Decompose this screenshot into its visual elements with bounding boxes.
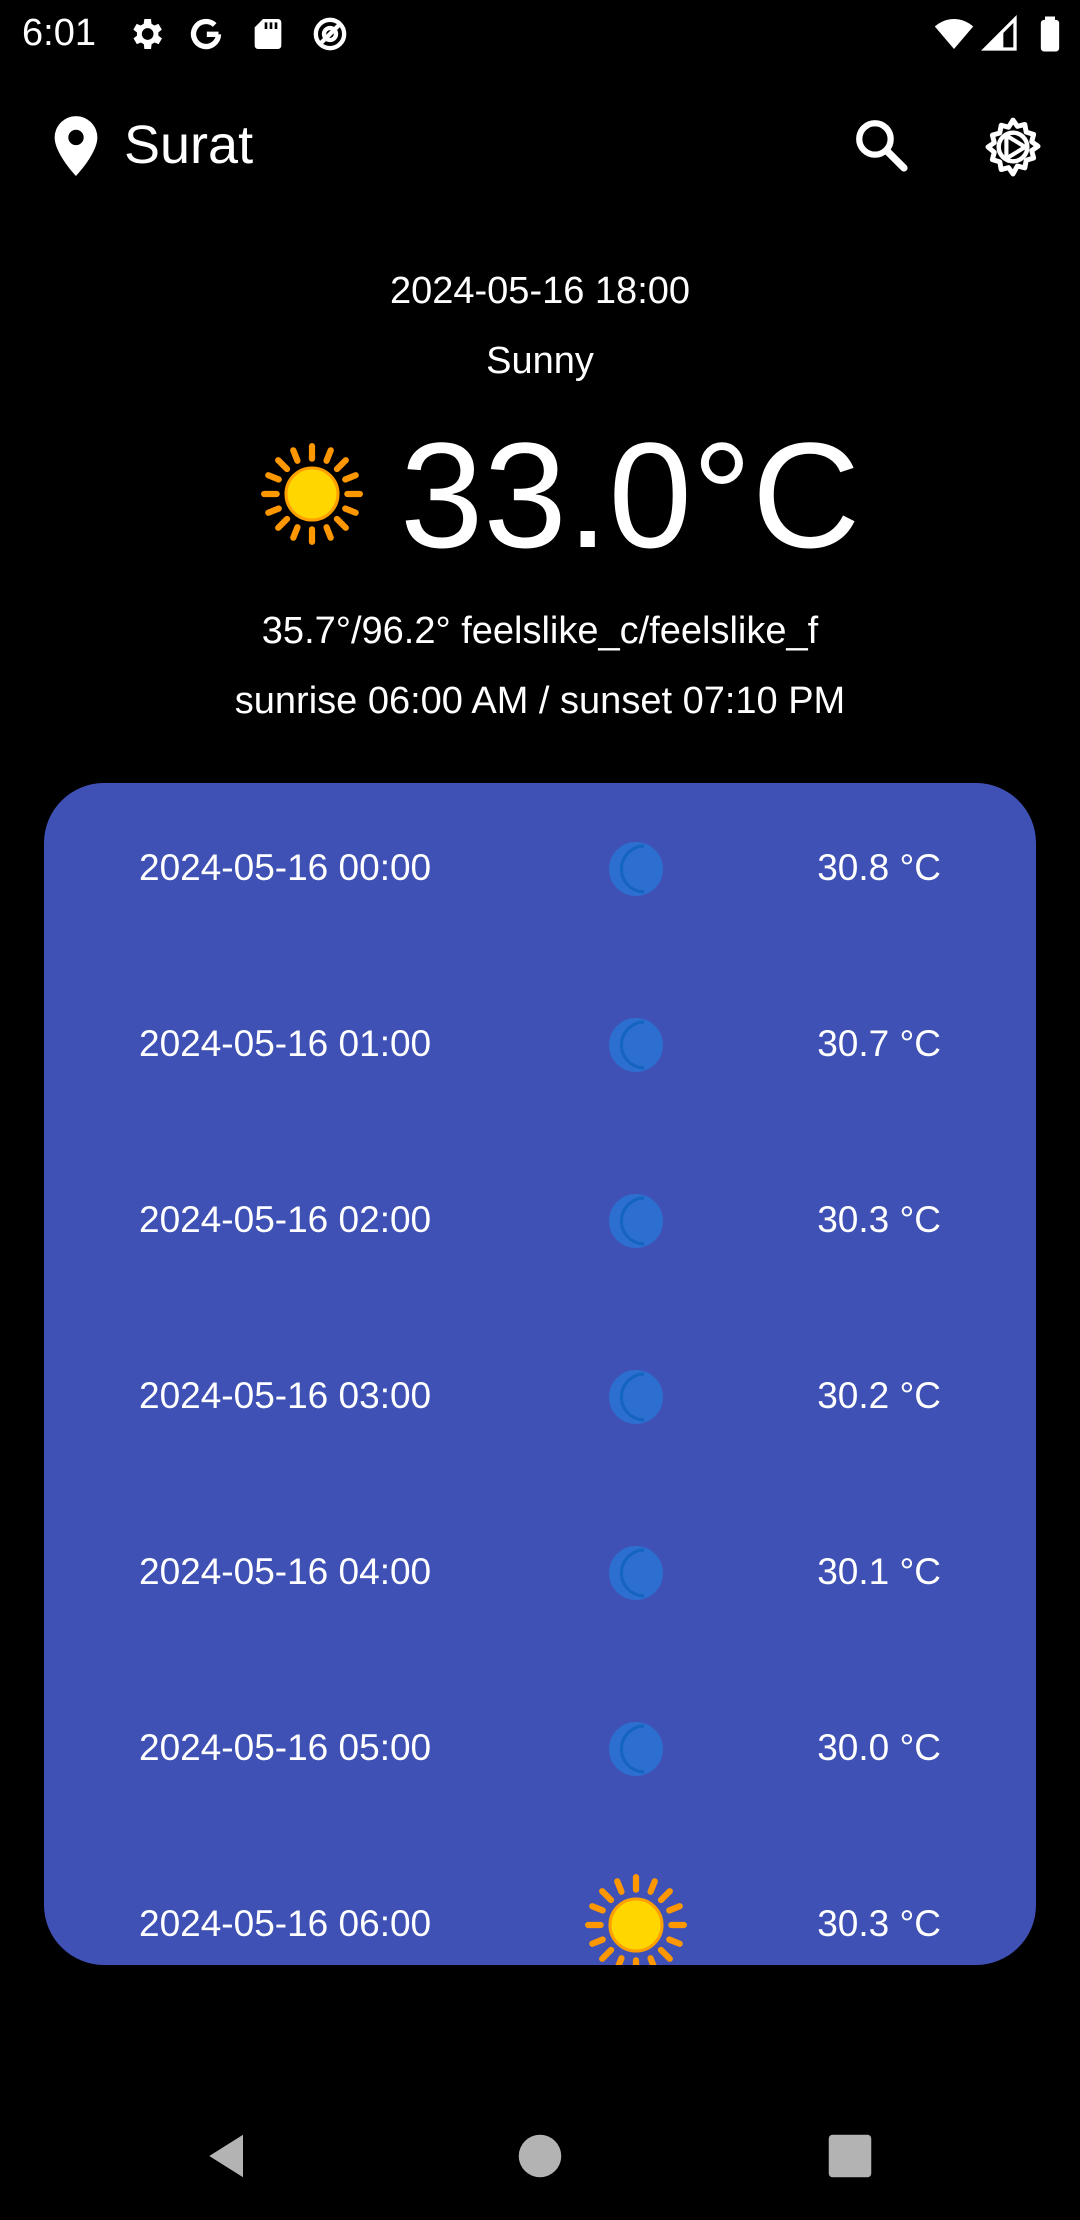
list-item[interactable]: 2024-05-16 00:00 30.8 °C [44, 783, 1036, 959]
hour-temperature: 30.7 °C [817, 1023, 941, 1064]
hour-time: 2024-05-16 05:00 [139, 1727, 432, 1768]
hour-time: 2024-05-16 02:00 [139, 1199, 432, 1240]
sun-icon [260, 442, 364, 546]
hour-temperature: 30.0 °C [817, 1727, 941, 1768]
current-temperature: 33.0°C [400, 411, 861, 579]
current-condition: Sunny [486, 340, 594, 382]
settings-icon[interactable] [980, 114, 1046, 180]
gear-icon [126, 14, 166, 54]
moon-icon [584, 1697, 688, 1801]
feelslike-text: 35.7°/96.2° feelslike_c/feelslike_f [261, 610, 819, 652]
wifi-icon [934, 14, 974, 54]
hour-temperature: 30.2 °C [817, 1375, 941, 1416]
hour-time: 2024-05-16 04:00 [139, 1551, 432, 1592]
back-icon[interactable] [198, 2126, 258, 2186]
recents-icon[interactable] [820, 2126, 880, 2186]
moon-icon [584, 993, 688, 1097]
moon-icon [584, 1345, 688, 1449]
home-icon[interactable] [510, 2126, 570, 2186]
list-item[interactable]: 2024-05-16 01:00 30.7 °C [44, 959, 1036, 1135]
moon-icon [584, 1169, 688, 1273]
hour-temperature: 30.3 °C [817, 1903, 941, 1944]
top-app-bar: Surat [0, 100, 1080, 190]
hour-temperature: 30.8 °C [817, 847, 941, 888]
sd-card-icon [248, 14, 288, 54]
moon-icon [584, 1521, 688, 1625]
battery-icon [1030, 14, 1070, 54]
hour-temperature: 30.1 °C [817, 1551, 941, 1592]
system-nav-bar [0, 2090, 1080, 2220]
search-icon[interactable] [852, 116, 910, 174]
status-bar: 6:01 [0, 0, 1080, 66]
hourly-forecast-list[interactable]: 2024-05-16 00:00 30.8 °C 2024-05-16 01:0… [44, 783, 1036, 1965]
google-icon [186, 14, 226, 54]
list-item[interactable]: 2024-05-16 06:00 30.3 °C [44, 1839, 1036, 1965]
hour-time: 2024-05-16 06:00 [139, 1903, 432, 1944]
current-temperature-row: 33.0°C [0, 410, 1080, 580]
list-item[interactable]: 2024-05-16 02:00 30.3 °C [44, 1135, 1036, 1311]
current-datetime: 2024-05-16 18:00 [389, 270, 691, 312]
hour-temperature: 30.3 °C [817, 1199, 941, 1240]
list-item[interactable]: 2024-05-16 05:00 30.0 °C [44, 1663, 1036, 1839]
signal-icon [980, 14, 1020, 54]
moon-icon [584, 817, 688, 921]
hour-time: 2024-05-16 00:00 [139, 847, 432, 888]
location-pin-icon [50, 114, 102, 178]
list-item[interactable]: 2024-05-16 04:00 30.1 °C [44, 1487, 1036, 1663]
hour-time: 2024-05-16 01:00 [139, 1023, 432, 1064]
hour-time: 2024-05-16 03:00 [139, 1375, 432, 1416]
at-sign-icon [310, 14, 350, 54]
status-time: 6:01 [22, 12, 96, 54]
city-name[interactable]: Surat [124, 112, 253, 178]
weather-screen: 6:01 Surat 2024-05-16 18:00 Sunny 33.0°C… [0, 0, 1080, 2220]
sunrise-sunset-text: sunrise 06:00 AM / sunset 07:10 PM [234, 680, 846, 722]
list-item[interactable]: 2024-05-16 03:00 30.2 °C [44, 1311, 1036, 1487]
sun-icon [584, 1873, 688, 1965]
